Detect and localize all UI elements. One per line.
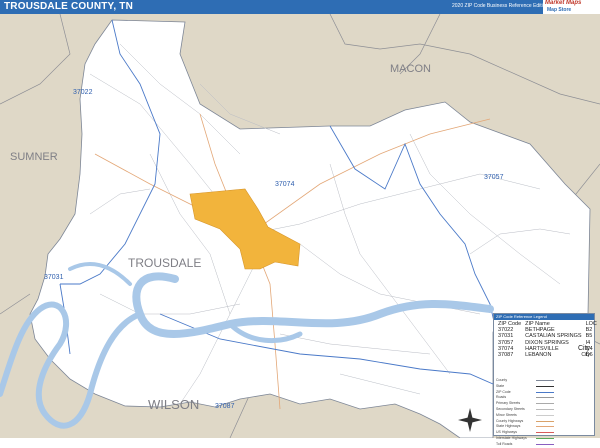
county-label-macon: MACON <box>390 63 431 75</box>
legend-header: ZIP Code Reference Legend <box>494 314 594 320</box>
zip-label-37031: 37031 <box>44 274 64 281</box>
county-label-sumner: SUMNER <box>10 151 58 163</box>
brand-logo: Market Maps Map Store <box>543 0 600 14</box>
edition-label: 2020 ZIP Code Business Reference Edition <box>452 3 549 9</box>
map-title: TROUSDALE COUNTY, TN <box>4 1 133 12</box>
legend-symbols: County State ZIP Code Roads Primary Stre… <box>496 378 592 448</box>
zip-label-37087: 37087 <box>215 403 235 410</box>
zip-label-37022: 37022 <box>73 89 93 96</box>
title-bar: TROUSDALE COUNTY, TN 2020 ZIP Code Busin… <box>0 0 600 14</box>
zip-label-37074: 37074 <box>275 181 295 188</box>
county-label-wilson: WILSON <box>148 397 199 412</box>
zip-legend: ZIP Code Reference Legend ZIP Code ZIP N… <box>493 313 597 446</box>
zip-label-37057: 37057 <box>484 174 504 181</box>
brand-name: Market Maps <box>545 0 582 6</box>
legend-symbol: Toll Roads <box>496 442 592 448</box>
legend-city: City City <box>577 345 590 358</box>
brand-sub: Map Store <box>547 7 572 13</box>
county-label-trousdale: TROUSDALE <box>128 256 201 270</box>
